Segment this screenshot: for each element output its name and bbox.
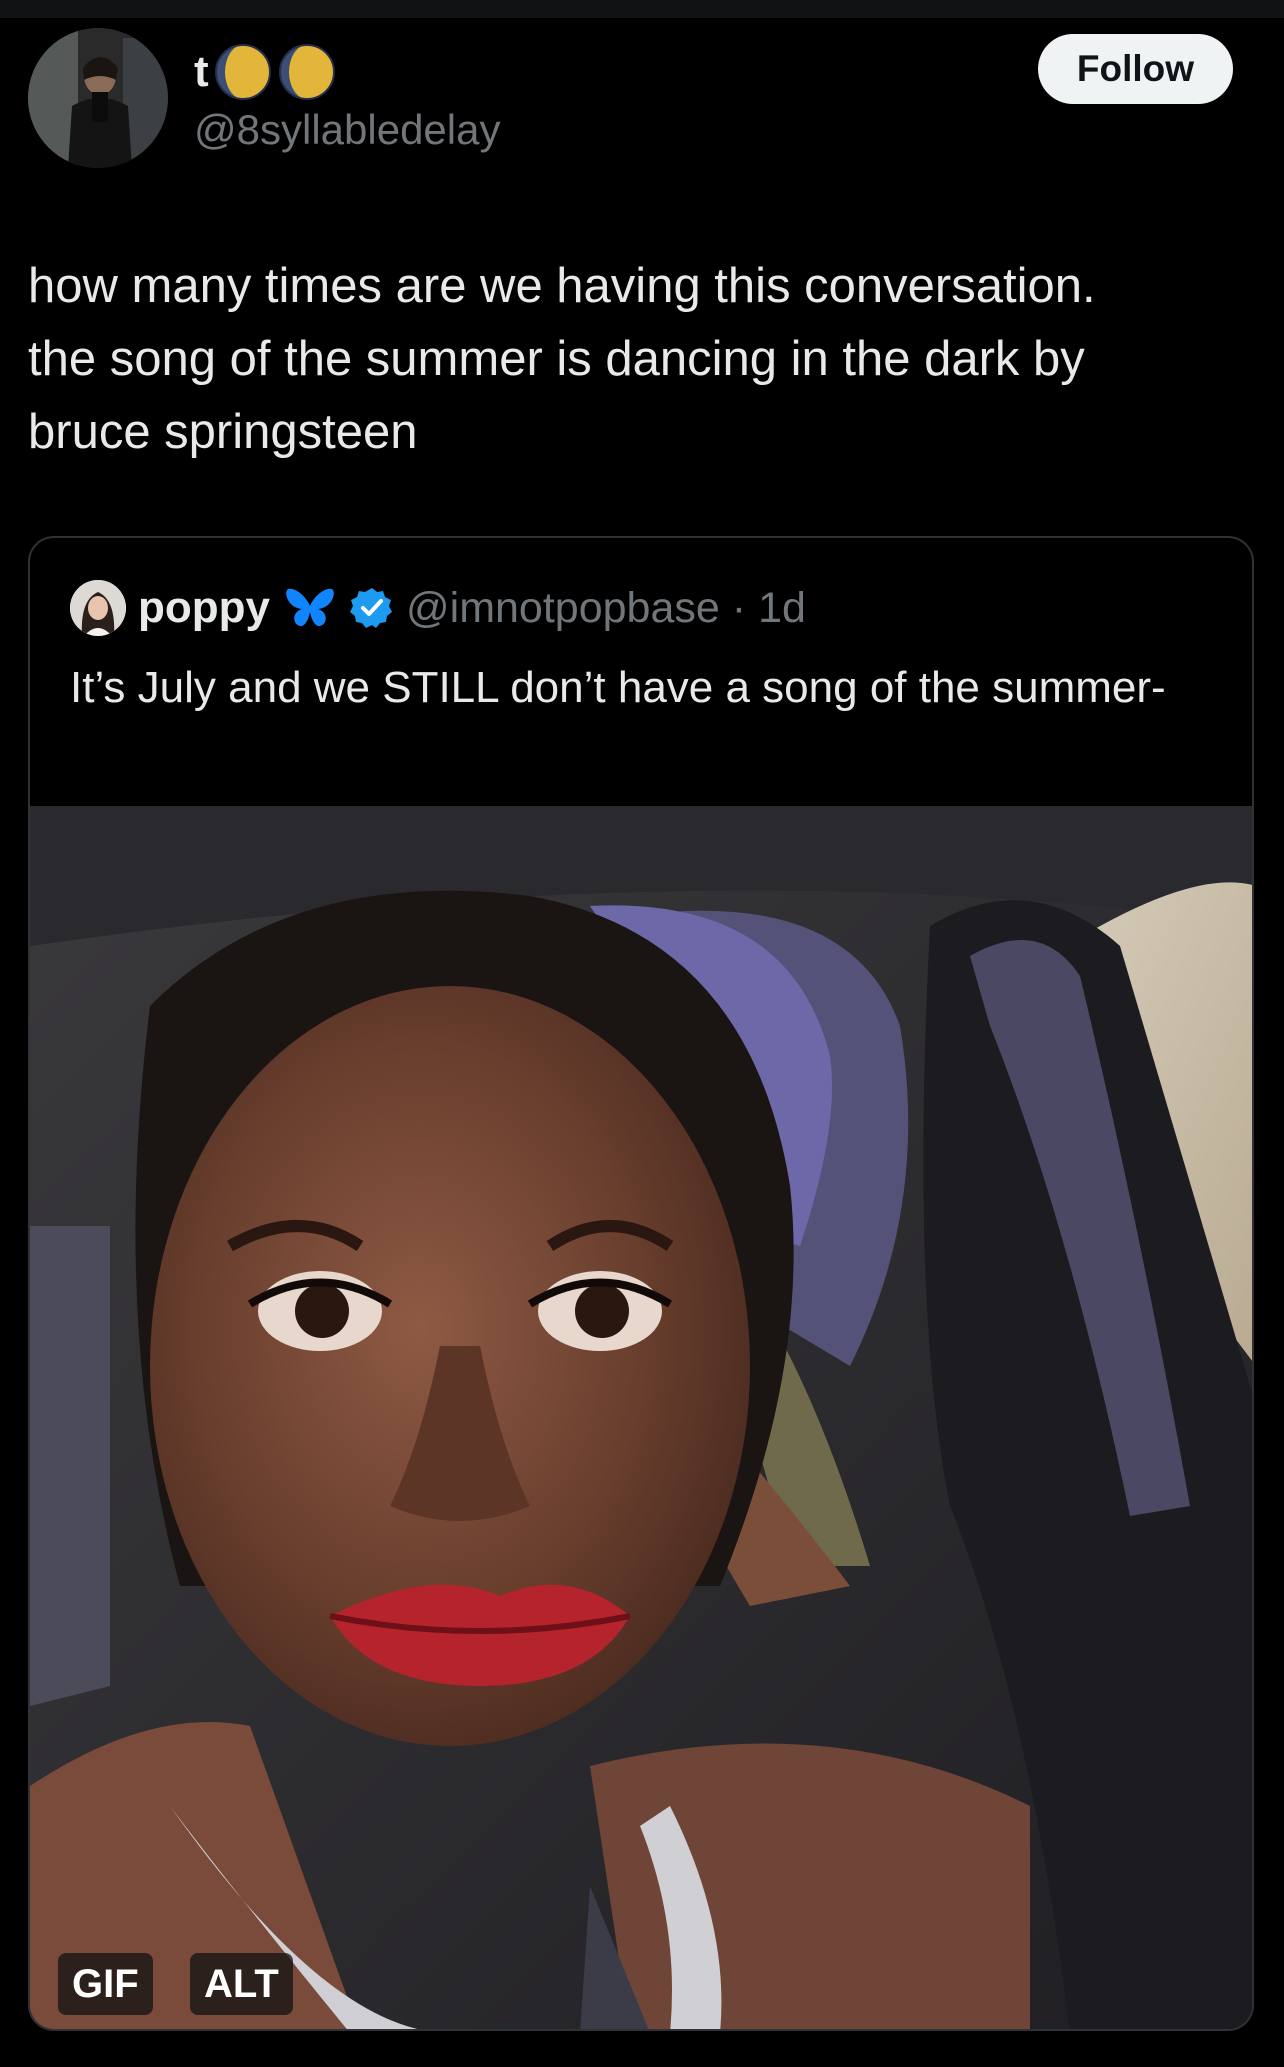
quoted-tweet-text: It’s July and we STILL don’t have a song… xyxy=(70,663,1166,712)
tweet-text: how many times are we having this conver… xyxy=(28,259,1096,459)
follow-button[interactable]: Follow xyxy=(1038,34,1233,104)
quoted-author-name[interactable]: poppy xyxy=(138,583,270,633)
author-name-text: t xyxy=(194,47,209,96)
author-display-name[interactable]: t xyxy=(194,42,337,102)
quoted-author-avatar[interactable] xyxy=(70,580,126,636)
status-bar-strip xyxy=(0,0,1284,18)
quoted-tweet-time[interactable]: 1d xyxy=(758,584,806,633)
alt-text-button[interactable]: ALT xyxy=(190,1953,293,2015)
separator-dot: · xyxy=(731,583,747,632)
verified-badge-icon xyxy=(349,588,392,628)
quoted-avatar-photo xyxy=(70,580,126,636)
gif-badge: GIF xyxy=(58,1953,153,2015)
quoted-tweet-card[interactable]: poppy @imnotpopbase · 1d It’s July and w… xyxy=(28,536,1254,2031)
moon-icon xyxy=(214,44,271,100)
avatar-photo xyxy=(28,28,168,168)
author-handle[interactable]: @8syllabledelay xyxy=(194,104,500,156)
gif-frame xyxy=(30,806,1252,2029)
moon-icon xyxy=(278,44,335,100)
butterfly-icon xyxy=(286,588,334,627)
quoted-tweet-header: poppy @imnotpopbase · 1d xyxy=(70,580,806,636)
quoted-author-handle[interactable]: @imnotpopbase xyxy=(406,584,720,633)
author-avatar[interactable] xyxy=(28,28,168,168)
quoted-tweet-gif[interactable]: GIF ALT xyxy=(30,806,1252,2029)
